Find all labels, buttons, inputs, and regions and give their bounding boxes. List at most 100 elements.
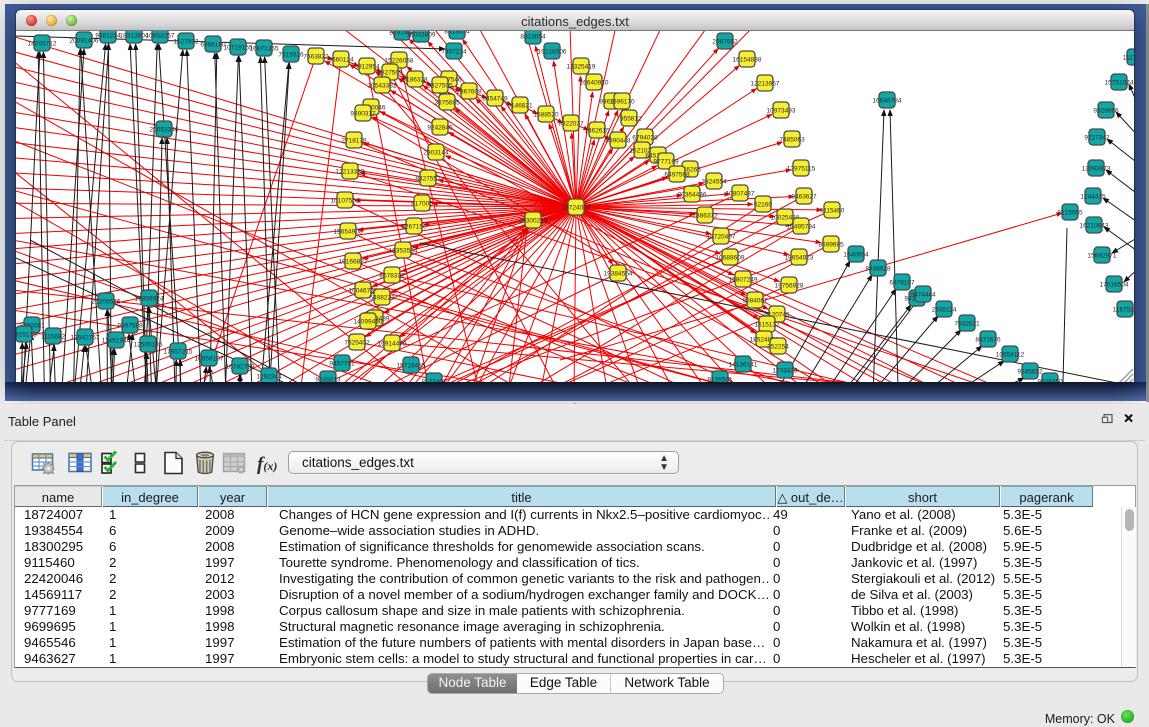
svg-text:9245013: 9245013 <box>315 377 341 383</box>
svg-text:10719155: 10719155 <box>224 45 253 52</box>
svg-text:16210643: 16210643 <box>1080 223 1109 230</box>
svg-text:17859924: 17859924 <box>135 296 164 303</box>
svg-text:16154838: 16154838 <box>733 57 762 64</box>
svg-text:13325419: 13325419 <box>567 64 596 71</box>
svg-text:20206576: 20206576 <box>92 299 121 306</box>
svg-text:8471676: 8471676 <box>975 337 1001 344</box>
svg-text:8678332: 8678332 <box>379 273 405 280</box>
svg-text:3824554: 3824554 <box>701 179 727 186</box>
svg-text:19756928: 19756928 <box>775 283 804 290</box>
svg-text:14136141: 14136141 <box>729 362 758 369</box>
svg-text:8990448: 8990448 <box>605 138 631 145</box>
svg-text:1117744: 1117744 <box>1123 55 1134 62</box>
svg-text:15751074: 15751074 <box>1105 80 1134 87</box>
svg-text:9463627: 9463627 <box>791 194 817 201</box>
svg-text:10543382: 10543382 <box>368 83 397 90</box>
svg-text:1115682: 1115682 <box>41 334 66 341</box>
svg-text:19218506: 19218506 <box>538 49 567 56</box>
svg-text:17957215: 17957215 <box>164 349 193 356</box>
svg-text:19654908: 19654908 <box>334 229 363 236</box>
svg-text:16914479: 16914479 <box>378 341 407 348</box>
svg-text:9777169: 9777169 <box>653 159 679 166</box>
svg-text:6497568: 6497568 <box>664 172 690 179</box>
svg-text:7663822: 7663822 <box>303 54 329 61</box>
svg-text:7515526: 7515526 <box>278 52 304 59</box>
svg-text:8813054: 8813054 <box>520 34 546 41</box>
svg-text:10807487: 10807487 <box>726 191 755 198</box>
svg-text:12093873: 12093873 <box>1082 166 1111 173</box>
svg-text:9827505: 9827505 <box>377 70 403 77</box>
svg-text:9457791: 9457791 <box>329 361 355 368</box>
svg-text:15692971: 15692971 <box>1088 253 1117 260</box>
svg-text:12505135: 12505135 <box>134 342 163 349</box>
svg-text:1292344: 1292344 <box>256 374 282 381</box>
svg-text:1244415: 1244415 <box>1080 194 1106 201</box>
svg-text:1733426: 1733426 <box>772 368 798 375</box>
svg-text:10688609: 10688609 <box>716 255 745 262</box>
svg-text:12213389: 12213389 <box>336 169 365 176</box>
svg-text:8912954: 8912954 <box>354 64 380 71</box>
svg-text:7955812: 7955812 <box>616 116 642 123</box>
svg-text:8215955: 8215955 <box>1057 210 1083 217</box>
svg-text:14099490: 14099490 <box>354 319 383 326</box>
svg-text:9397588: 9397588 <box>117 323 143 330</box>
svg-text:2867608: 2867608 <box>456 89 482 96</box>
svg-text:417006: 417006 <box>411 201 433 208</box>
svg-text:1167533: 1167533 <box>1113 307 1134 314</box>
svg-text:5498222: 5498222 <box>369 295 395 302</box>
svg-text:7625402: 7625402 <box>344 340 370 347</box>
svg-text:12975115: 12975115 <box>787 166 816 173</box>
svg-text:9084067: 9084067 <box>742 298 768 305</box>
svg-text:20364436: 20364436 <box>678 192 707 199</box>
svg-text:19166827: 19166827 <box>339 259 368 266</box>
svg-text:1588520: 1588520 <box>533 112 559 119</box>
svg-text:16495794: 16495794 <box>787 224 816 231</box>
svg-text:16782759: 16782759 <box>226 364 255 371</box>
svg-text:2803144: 2803144 <box>423 150 449 157</box>
svg-text:12942757: 12942757 <box>71 335 100 342</box>
svg-text:62160: 62160 <box>754 202 772 209</box>
svg-text:15716485: 15716485 <box>397 363 426 370</box>
svg-text:9327505: 9327505 <box>427 83 453 90</box>
svg-text:14055712: 14055712 <box>28 41 57 48</box>
svg-text:7357224: 7357224 <box>441 49 467 56</box>
svg-text:8660124: 8660124 <box>328 57 354 64</box>
svg-text:19654923: 19654923 <box>785 255 814 262</box>
svg-text:8427552: 8427552 <box>415 176 441 183</box>
svg-text:16033809: 16033809 <box>407 32 436 39</box>
svg-text:9474444: 9474444 <box>910 292 936 299</box>
svg-text:11451944: 11451944 <box>102 338 131 345</box>
svg-text:2935114: 2935114 <box>932 307 957 314</box>
svg-text:16671355: 16671355 <box>250 46 279 53</box>
svg-text:9890317: 9890317 <box>350 111 376 118</box>
svg-text:10107553: 10107553 <box>331 198 360 205</box>
svg-text:10654112: 10654112 <box>996 352 1025 359</box>
svg-text:3915138: 3915138 <box>16 332 37 339</box>
svg-text:2087682: 2087682 <box>712 39 738 46</box>
svg-text:8267150: 8267150 <box>401 224 427 231</box>
svg-text:7632621: 7632621 <box>954 321 980 328</box>
svg-text:8938928: 8938928 <box>865 266 891 273</box>
svg-text:15720407: 15720407 <box>707 234 736 241</box>
svg-text:16648784: 16648784 <box>873 98 902 105</box>
svg-text:2718176: 2718176 <box>341 138 367 145</box>
svg-text:1527602: 1527602 <box>173 39 199 46</box>
svg-text:10958107: 10958107 <box>195 356 224 363</box>
svg-text:9581234: 9581234 <box>95 33 121 40</box>
svg-text:1362615: 1362615 <box>584 128 610 135</box>
svg-text:8322037: 8322037 <box>558 121 584 128</box>
svg-text:7886372: 7886372 <box>692 213 718 220</box>
svg-text:16640910: 16640910 <box>580 80 609 87</box>
svg-text:7485063: 7485063 <box>779 137 805 144</box>
svg-text:8454749: 8454749 <box>482 96 508 103</box>
svg-text:15807249: 15807249 <box>729 277 758 284</box>
svg-text:9146821: 9146821 <box>507 103 533 110</box>
svg-text:18724007: 18724007 <box>562 205 591 212</box>
svg-text:10653267: 10653267 <box>146 33 175 40</box>
svg-text:25300215: 25300215 <box>519 218 548 225</box>
svg-text:9227342: 9227342 <box>1084 135 1110 142</box>
svg-text:6794028: 6794028 <box>632 135 658 142</box>
svg-text:3875685: 3875685 <box>434 100 460 107</box>
svg-text:9329966: 9329966 <box>1093 108 1119 115</box>
svg-text:10973493: 10973493 <box>767 108 796 115</box>
